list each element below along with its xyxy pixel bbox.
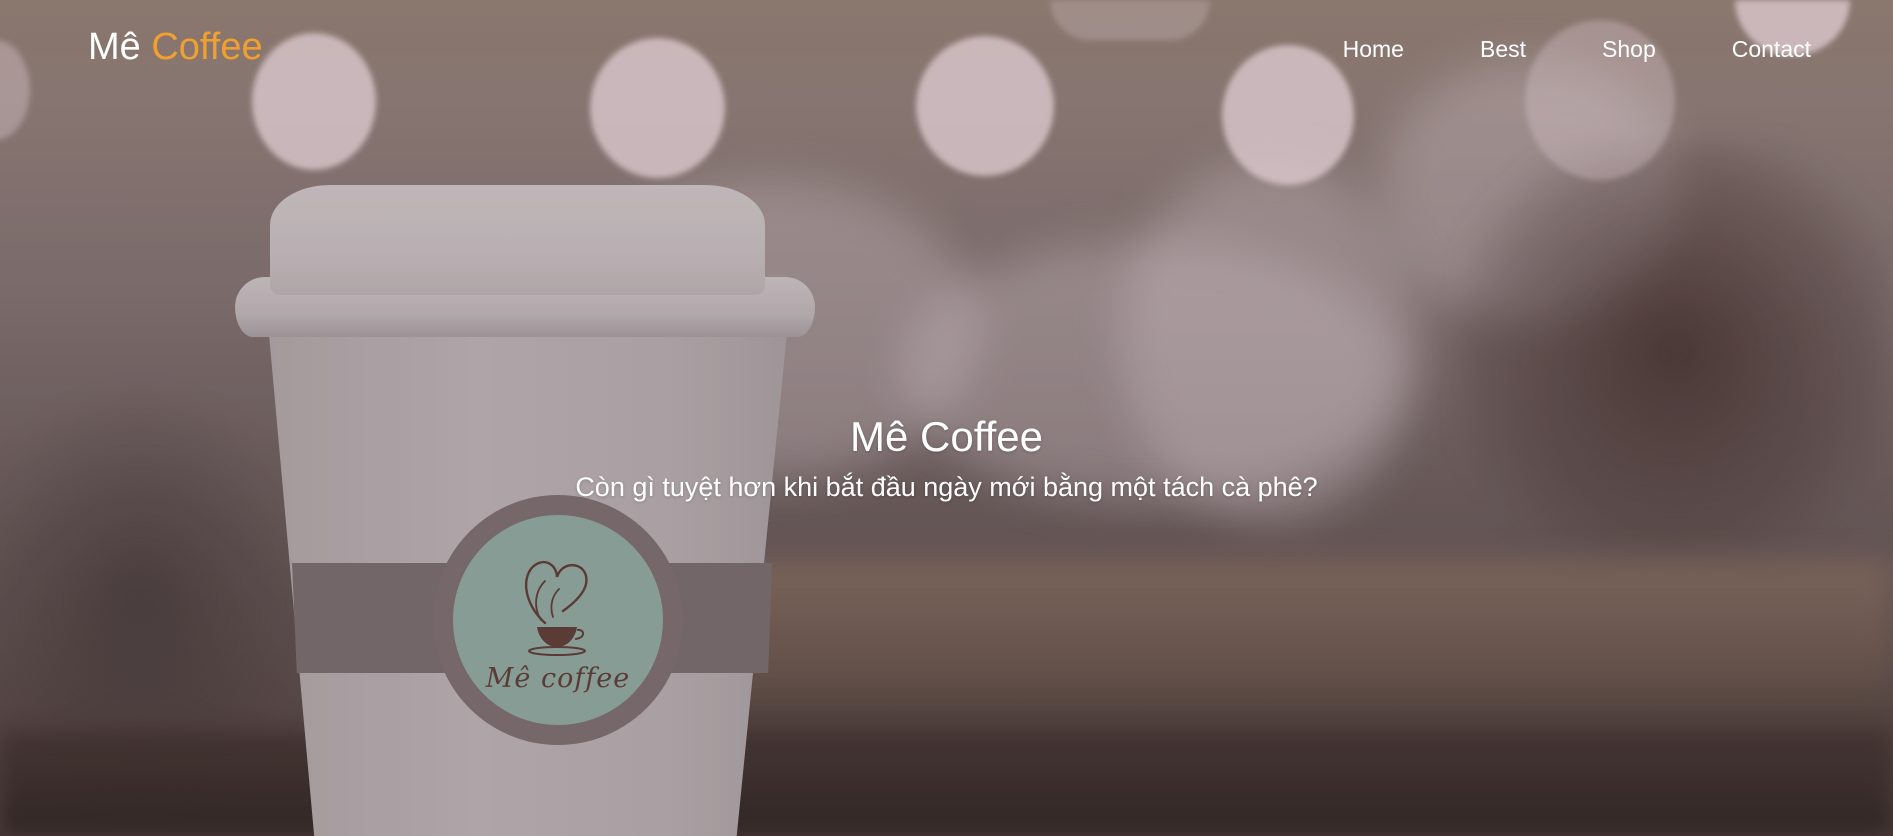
- hero-section: Mê coffee Mê Coffee Home Best Shop Conta…: [0, 0, 1893, 836]
- hero-title: Mê Coffee: [850, 413, 1043, 460]
- nav-menu: Home Best Shop Contact: [1267, 36, 1811, 63]
- brand-name-part1: Mê: [88, 26, 141, 68]
- navbar: Mê Coffee Home Best Shop Contact: [0, 0, 1893, 100]
- hero-subtitle: Còn gì tuyệt hơn khi bắt đầu ngày mới bằ…: [575, 472, 1318, 502]
- nav-link-best[interactable]: Best: [1480, 36, 1526, 63]
- nav-link-contact[interactable]: Contact: [1732, 36, 1811, 63]
- hero-copy: Mê Coffee Còn gì tuyệt hơn khi bắt đầu n…: [0, 411, 1893, 505]
- brand-name-part2: Coffee: [151, 26, 263, 68]
- brand-logo[interactable]: Mê Coffee: [88, 26, 263, 69]
- nav-link-shop[interactable]: Shop: [1602, 36, 1656, 63]
- nav-link-home[interactable]: Home: [1343, 36, 1404, 63]
